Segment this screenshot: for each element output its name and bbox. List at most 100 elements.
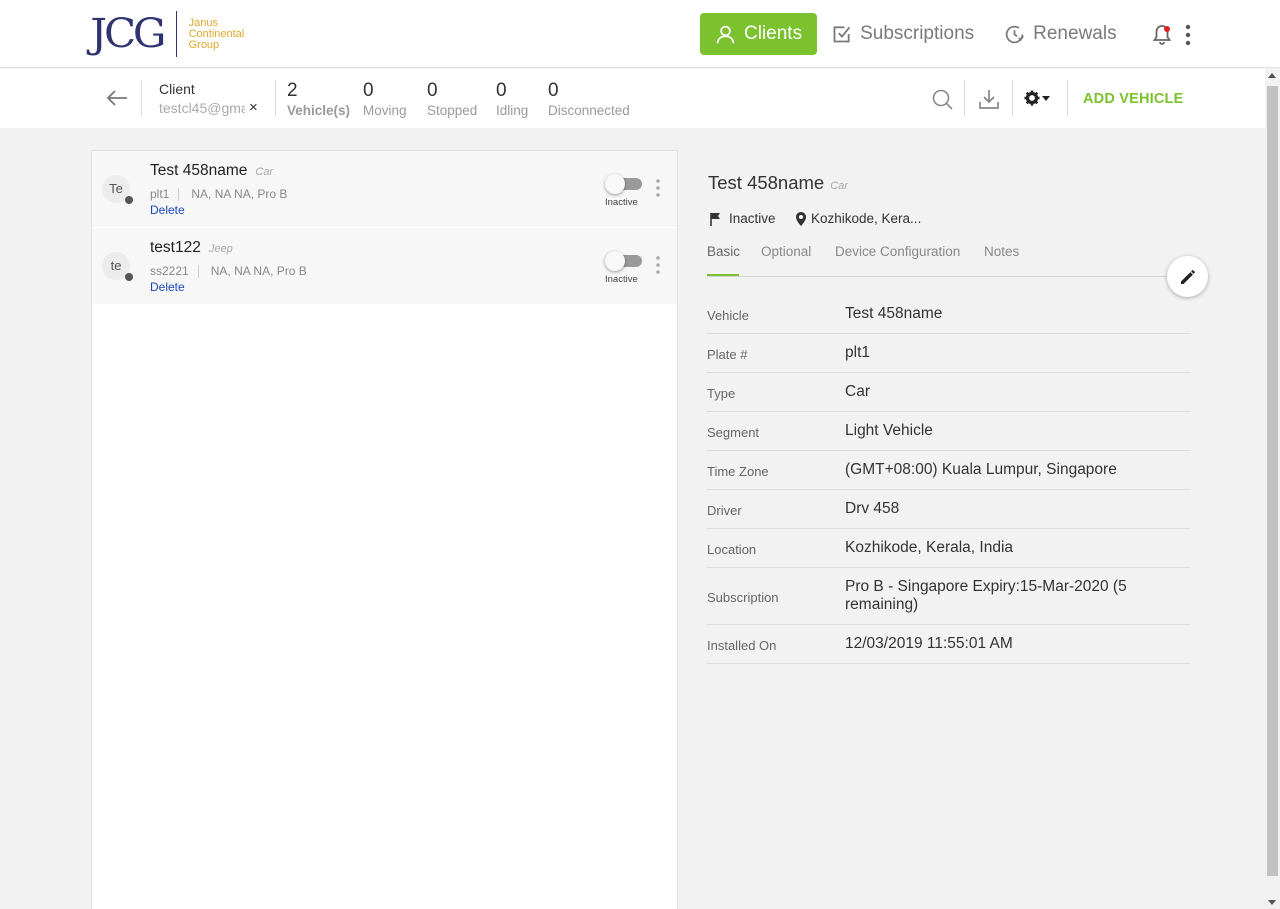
logo-line-1: Janus xyxy=(188,16,218,29)
row-more-icon[interactable] xyxy=(655,179,661,202)
row-value: (GMT+08:00) Kuala Lumpur, Singapore xyxy=(845,461,1117,478)
row-value: Pro B - Singapore Expiry:15-Mar-2020 (5 … xyxy=(845,578,1127,613)
nav-clients-label: Clients xyxy=(744,23,803,44)
vehicle-name-text: test122 xyxy=(150,239,201,256)
vehicle-avatar: Te xyxy=(102,175,133,204)
stat-stopped[interactable]: 0 Stopped xyxy=(427,80,477,118)
row-value: Kozhikode, Kerala, India xyxy=(845,539,1014,556)
vehicle-meta-1: NA, xyxy=(191,187,212,201)
vehicle-name[interactable]: test122 Jeep xyxy=(150,239,233,257)
toggle-label: Inactive xyxy=(605,274,638,285)
scroll-up-icon[interactable] xyxy=(1268,73,1276,78)
settings-gear-icon[interactable] xyxy=(1024,90,1052,111)
detail-row-location: Location Kozhikode, Kerala, India xyxy=(707,529,1191,568)
vehicle-name[interactable]: Test 458name Car xyxy=(150,162,273,180)
more-options-icon[interactable] xyxy=(1183,24,1193,51)
scroll-down-icon[interactable] xyxy=(1268,900,1276,905)
vehicle-plate: plt1 xyxy=(150,187,170,201)
vehicle-row[interactable]: te test122 Jeep ss2221 NA, NA NA, Pro B D… xyxy=(92,228,677,305)
active-tab-indicator xyxy=(707,274,739,276)
nav-renewals-label: Renewals xyxy=(1033,23,1117,44)
vehicle-type: Jeep xyxy=(208,243,233,255)
jcg-logo[interactable]: JCG Janus Continental Group xyxy=(90,10,244,58)
nav-subscriptions[interactable]: Subscriptions xyxy=(817,13,989,55)
pencil-icon xyxy=(1180,269,1195,284)
divider xyxy=(197,264,199,278)
detail-status: Inactive xyxy=(709,211,776,226)
row-label: Subscription xyxy=(707,590,779,605)
stat-vehicles[interactable]: 2 Vehicle(s) xyxy=(287,80,350,118)
clear-client-icon[interactable]: × xyxy=(249,99,258,116)
download-icon[interactable] xyxy=(979,89,999,114)
row-label: Plate # xyxy=(707,347,748,362)
add-vehicle-button[interactable]: ADD VEHICLE xyxy=(1083,91,1184,107)
delete-link[interactable]: Delete xyxy=(150,280,185,294)
stat-idling[interactable]: 0 Idling xyxy=(496,80,528,118)
delete-link[interactable]: Delete xyxy=(150,203,185,217)
detail-location: Kozhikode, Kera... xyxy=(796,211,921,226)
back-arrow-icon[interactable] xyxy=(106,89,128,112)
detail-row-vehicle: Vehicle Test 458name xyxy=(707,295,1191,334)
client-email: testcl45@gmail.com xyxy=(159,100,245,116)
row-more-icon[interactable] xyxy=(655,256,661,279)
stat-value: 0 xyxy=(548,80,559,101)
edit-button[interactable] xyxy=(1167,256,1208,297)
avatar-initials: Te xyxy=(109,181,123,196)
tab-optional[interactable]: Optional xyxy=(761,244,811,259)
detail-row-subscription: Subscription Pro B - Singapore Expiry:15… xyxy=(707,568,1191,625)
tab-basic[interactable]: Basic xyxy=(707,244,740,259)
row-label: Segment xyxy=(707,425,760,440)
detail-status-text: Inactive xyxy=(729,211,776,226)
scrollbar-thumb[interactable] xyxy=(1267,86,1278,876)
avatar-initials: te xyxy=(110,258,122,273)
vehicle-list: Te Test 458name Car plt1 NA, NA NA, Pro B… xyxy=(91,150,678,909)
stat-label: Vehicle(s) xyxy=(287,103,351,118)
active-toggle[interactable] xyxy=(605,251,642,271)
row-value: Drv 458 xyxy=(845,500,900,517)
stat-value: 2 xyxy=(287,80,298,101)
page-scrollbar[interactable] xyxy=(1265,69,1280,909)
vehicle-avatar: te xyxy=(102,252,133,281)
divider xyxy=(964,80,965,116)
row-value: Car xyxy=(845,383,870,400)
divider xyxy=(275,80,276,116)
client-label: Client xyxy=(159,81,195,97)
stat-disconnected[interactable]: 0 Disconnected xyxy=(548,80,630,118)
row-value: Test 458name xyxy=(845,305,943,322)
row-value: Light Vehicle xyxy=(845,422,933,439)
active-toggle[interactable] xyxy=(605,174,642,194)
location-pin-icon xyxy=(796,211,806,226)
nav-clients[interactable]: Clients xyxy=(700,13,818,55)
renewal-clock-icon xyxy=(1005,25,1025,43)
divider xyxy=(1012,80,1013,116)
stat-value: 0 xyxy=(496,80,507,101)
tab-notes[interactable]: Notes xyxy=(984,244,1019,259)
stat-label: Disconnected xyxy=(548,103,630,118)
divider xyxy=(178,187,180,201)
vehicle-meta-3: Pro B xyxy=(257,187,288,201)
detail-row-driver: Driver Drv 458 xyxy=(707,490,1191,529)
detail-title-text: Test 458name xyxy=(708,172,825,193)
detail-title: Test 458name Car xyxy=(708,172,848,194)
divider xyxy=(1067,80,1068,116)
main-nav: Clients Subscriptions Renewals xyxy=(700,13,1132,55)
logo-line-3: Group xyxy=(188,38,220,51)
stat-moving[interactable]: 0 Moving xyxy=(363,80,407,118)
detail-row-plate: Plate # plt1 xyxy=(707,334,1191,373)
detail-row-installed-on: Installed On 12/03/2019 11:55:01 AM xyxy=(707,625,1191,664)
status-dot xyxy=(125,273,133,281)
search-icon[interactable] xyxy=(932,89,953,115)
flag-icon xyxy=(710,212,720,226)
vehicle-row[interactable]: Te Test 458name Car plt1 NA, NA NA, Pro B… xyxy=(92,151,677,228)
stat-label: Stopped xyxy=(427,103,478,118)
detail-row-segment: Segment Light Vehicle xyxy=(707,412,1191,451)
detail-row-timezone: Time Zone (GMT+08:00) Kuala Lumpur, Sing… xyxy=(707,451,1191,490)
nav-renewals[interactable]: Renewals xyxy=(989,13,1131,55)
tab-device-configuration[interactable]: Device Configuration xyxy=(835,244,960,259)
vehicle-type: Car xyxy=(255,166,274,178)
divider xyxy=(141,80,142,116)
vehicle-meta-2: NA NA, xyxy=(234,264,274,278)
row-value: plt1 xyxy=(845,344,870,361)
detail-location-text: Kozhikode, Kera... xyxy=(811,211,922,226)
notifications-bell-icon[interactable] xyxy=(1152,24,1172,51)
